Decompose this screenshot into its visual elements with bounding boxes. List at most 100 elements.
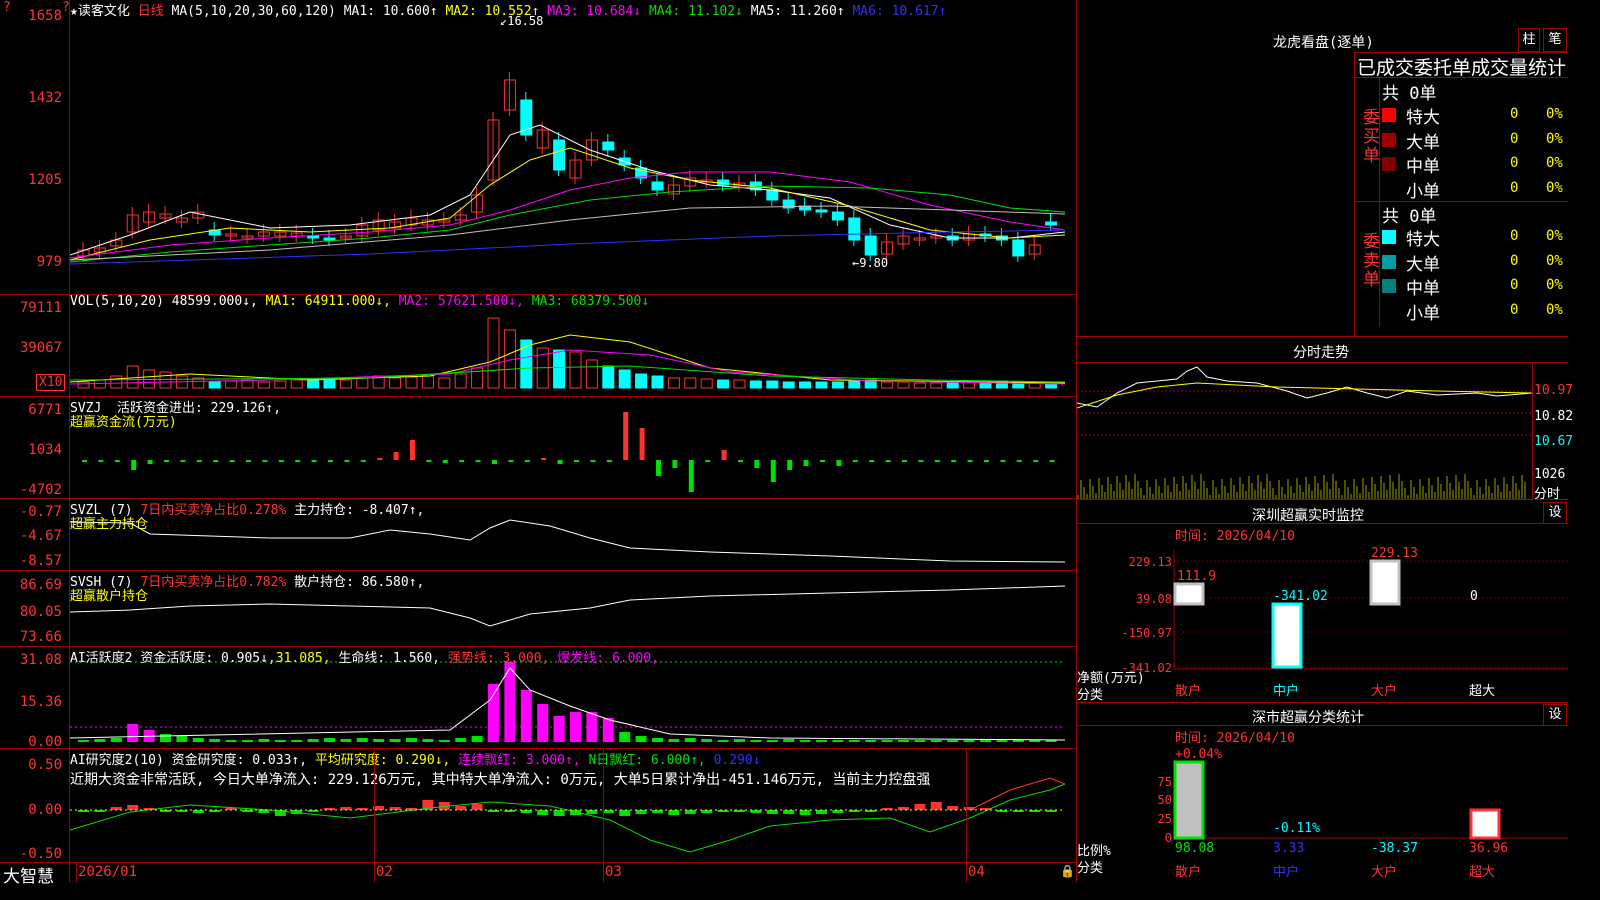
color-swatch [1382, 254, 1396, 269]
activity-bar [914, 740, 926, 742]
activity-bar [176, 736, 188, 742]
fund-flow-bar [705, 460, 711, 462]
activity-bar [192, 738, 204, 742]
sz-bar [1173, 582, 1205, 606]
fund-flow-bar [902, 460, 907, 462]
order-stats-tabs[interactable]: 已成交委托单成交量统计 [1357, 53, 1566, 80]
volume-bar [77, 381, 90, 389]
fund-flow-bar [426, 460, 432, 462]
activity-bar [619, 732, 631, 742]
intraday-price-line [1077, 366, 1533, 408]
st-y-label: 0 [1165, 831, 1172, 845]
candle [848, 217, 861, 241]
st-category-label: 超大 [1469, 865, 1495, 880]
research-bar [668, 810, 680, 815]
research-bar [816, 810, 827, 814]
svzj-y-label: -4702 [19, 482, 62, 498]
activity-bar [258, 739, 270, 742]
tick-mode-button[interactable]: 笔 [1543, 28, 1567, 52]
lock-icon[interactable]: 🔒 [1060, 864, 1075, 878]
sz-stat-chart[interactable]: 75 50 25 0 +0.04% -0.11% 98.08 3.33 -38.37 36.96 散… [1077, 742, 1568, 882]
candle [602, 141, 615, 151]
svzj-y-label: 1034 [28, 442, 62, 458]
fund-flow-bar [1049, 460, 1055, 462]
ma-line [70, 585, 1066, 627]
candle [323, 237, 336, 241]
activity-bar [783, 739, 795, 742]
activity-bar [488, 684, 499, 742]
main-chart-area[interactable]: ? ★读客文化 日线 MA(5,10,20,30,60,120) MA1: 10… [0, 0, 1076, 887]
fund-flow-bar [557, 460, 563, 464]
order-row: 特大 0 0% [1382, 103, 1568, 128]
volume-bar [946, 382, 959, 389]
st-value-label: 36.96 [1469, 841, 1508, 856]
sz-y-label: 39.08 [1136, 592, 1172, 606]
sz-monitor-chart[interactable]: 229.1339.08-150.97-341.02111.9-341.02229… [1077, 540, 1568, 702]
intraday-title: 分时走势 [1293, 345, 1349, 361]
fund-flow-bar [213, 460, 219, 462]
fund-flow-bar [344, 460, 350, 462]
fund-flow-bar [442, 460, 448, 463]
fund-flow-bar [1000, 460, 1006, 462]
st-value-label: -38.37 [1371, 841, 1418, 856]
ma-line [70, 365, 1066, 383]
activity-bar [799, 740, 811, 742]
fund-flow-bar [295, 460, 301, 462]
volume-bar [881, 381, 894, 389]
activity-bar [668, 739, 680, 742]
activity-bar [832, 740, 844, 742]
activity-bar [455, 738, 467, 742]
high-marker: ↙16.58 [500, 14, 544, 28]
fund-flow-bar [459, 460, 465, 462]
fund-flow-bar [147, 460, 153, 464]
st-value-label: 3.33 [1273, 841, 1304, 856]
order-size-label: 中单 [1406, 279, 1440, 299]
sz-monitor-settings-button[interactable]: 设 [1543, 502, 1567, 524]
intraday-chart[interactable] [1077, 363, 1533, 499]
volume-bar [126, 365, 139, 389]
color-swatch [1382, 132, 1396, 147]
order-row: 特大 0 0% [1382, 225, 1568, 250]
fund-flow-bar [934, 460, 940, 462]
activity-bar [356, 738, 368, 742]
st-value-label: 98.08 [1175, 841, 1214, 856]
sz-stat-settings-button[interactable]: 设 [1543, 704, 1567, 726]
activity-bar [78, 740, 89, 742]
svsh-y-label: 73.66 [19, 629, 62, 645]
volume-bar [733, 379, 746, 389]
activity-bar [225, 740, 237, 742]
activity-bar [110, 738, 122, 742]
color-swatch [1382, 157, 1396, 171]
kline-chart[interactable] [70, 0, 1075, 862]
price-y-label: 1432 [28, 90, 62, 106]
fund-flow-bar [574, 460, 579, 462]
activity-bar [307, 739, 319, 742]
fund-flow-bar [984, 460, 989, 462]
research-bar [783, 810, 795, 814]
fund-flow-bar [98, 460, 104, 462]
fund-flow-bar [196, 460, 202, 462]
fund-flow-bar [311, 460, 317, 462]
brand-logo[interactable]: 大智慧 [3, 862, 54, 887]
volume-bar [257, 381, 270, 389]
order-count: 0 [1510, 228, 1519, 244]
svsh-y-label: 80.05 [19, 604, 62, 620]
activity-bar [930, 740, 942, 742]
research-bar [684, 810, 696, 814]
fund-flow-bar [852, 460, 858, 462]
fund-flow-bar [836, 460, 842, 466]
sz-monitor-title: 深圳超赢实时监控 [1252, 508, 1364, 524]
candle [766, 189, 779, 201]
fund-flow-bar [541, 458, 547, 460]
activity-bar [684, 738, 696, 742]
research-bar [947, 806, 959, 810]
volume-bar [553, 349, 566, 389]
order-row: 中单 0 0% [1382, 152, 1568, 177]
fund-flow-bar [738, 460, 743, 462]
fund-flow-bar [951, 460, 957, 462]
order-size-label: 小单 [1406, 181, 1440, 202]
ma-line [70, 519, 1066, 563]
activity-bar [881, 740, 893, 742]
bar-mode-button[interactable]: 柱 [1518, 28, 1540, 52]
activity-bar [553, 716, 565, 742]
